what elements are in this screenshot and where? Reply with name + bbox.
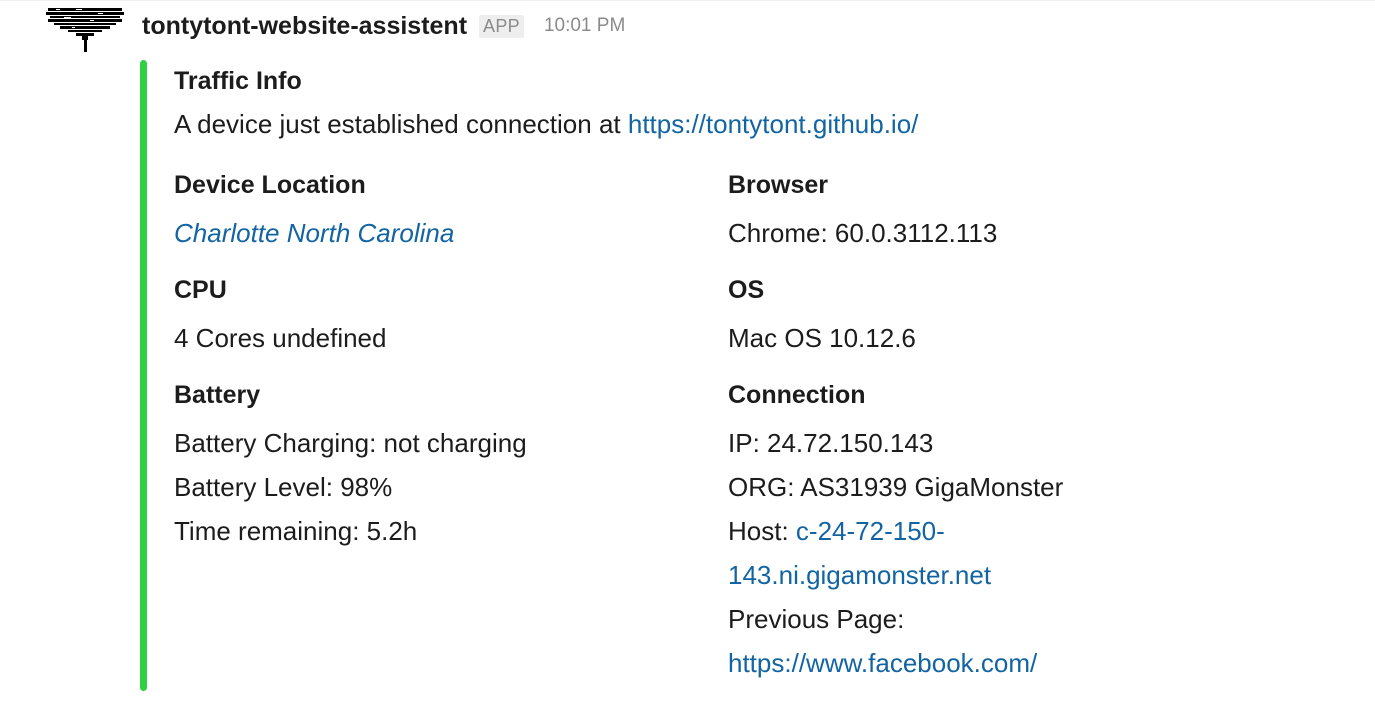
- sender-name[interactable]: tontytont-website-assistent: [142, 12, 467, 41]
- website-link[interactable]: https://tontytont.github.io/: [628, 109, 919, 139]
- connection-host-row-cont: 143.ni.gigamonster.net: [728, 553, 1248, 597]
- location-link[interactable]: Charlotte North Carolina: [174, 211, 694, 255]
- field-value-connection: IP: 24.72.150.143 ORG: AS31939 GigaMonst…: [728, 421, 1248, 685]
- attachment-color-bar: [140, 60, 147, 691]
- os-value: Mac OS 10.12.6: [728, 323, 916, 353]
- previous-page-label: Previous Page:: [728, 604, 905, 634]
- host-label: Host:: [728, 516, 796, 546]
- field-title-connection: Connection: [728, 381, 866, 409]
- cpu-value: 4 Cores undefined: [174, 323, 387, 353]
- field-title-cpu: CPU: [174, 276, 227, 304]
- battery-time-remaining: Time remaining: 5.2h: [174, 516, 418, 546]
- connection-org: ORG: AS31939 GigaMonster: [728, 472, 1064, 502]
- previous-page-row: https://www.facebook.com/: [728, 641, 1248, 685]
- field-value-cpu: 4 Cores undefined: [174, 316, 694, 360]
- field-cpu: CPU 4 Cores undefined: [174, 273, 694, 360]
- field-connection: Connection IP: 24.72.150.143 ORG: AS3193…: [728, 378, 1248, 685]
- connection-ip: IP: 24.72.150.143: [728, 428, 934, 458]
- field-title-os: OS: [728, 276, 765, 304]
- field-device-location: Device Location Charlotte North Carolina: [174, 168, 694, 255]
- host-link[interactable]: c-24-72-150-: [796, 516, 945, 546]
- field-title-browser: Browser: [728, 171, 829, 199]
- attachment-text-prefix: A device just established connection at: [174, 109, 628, 139]
- attachment-title: Traffic Info: [174, 67, 302, 95]
- connection-host-row: Host: c-24-72-150-: [728, 509, 1248, 553]
- field-battery: Battery Battery Charging: not charging B…: [174, 378, 694, 553]
- field-value-os: Mac OS 10.12.6: [728, 316, 1248, 360]
- field-value-battery: Battery Charging: not charging Battery L…: [174, 421, 694, 553]
- field-value-browser: Chrome: 60.0.3112.113: [728, 211, 1248, 255]
- attachment-text: A device just established connection at …: [174, 107, 918, 141]
- field-title-battery: Battery: [174, 381, 261, 409]
- app-badge: APP: [479, 14, 524, 38]
- battery-charging: Battery Charging: not charging: [174, 428, 527, 458]
- message-timestamp[interactable]: 10:01 PM: [544, 15, 625, 37]
- host-link-continued[interactable]: 143.ni.gigamonster.net: [728, 560, 991, 590]
- battery-level: Battery Level: 98%: [174, 472, 393, 502]
- browser-value: Chrome: 60.0.3112.113: [728, 218, 998, 248]
- message-header: tontytont-website-assistent APP 10:01 PM: [142, 8, 625, 44]
- previous-page-link[interactable]: https://www.facebook.com/: [728, 648, 1037, 678]
- field-os: OS Mac OS 10.12.6: [728, 273, 1248, 360]
- field-title-location: Device Location: [174, 171, 366, 199]
- pixel-art-avatar-icon[interactable]: [46, 6, 124, 56]
- chat-message: tontytont-website-assistent APP 10:01 PM…: [0, 0, 1375, 713]
- field-browser: Browser Chrome: 60.0.3112.113: [728, 168, 1248, 255]
- field-value-location: Charlotte North Carolina: [174, 211, 694, 255]
- message-attachment: Traffic Info A device just established c…: [140, 60, 1240, 691]
